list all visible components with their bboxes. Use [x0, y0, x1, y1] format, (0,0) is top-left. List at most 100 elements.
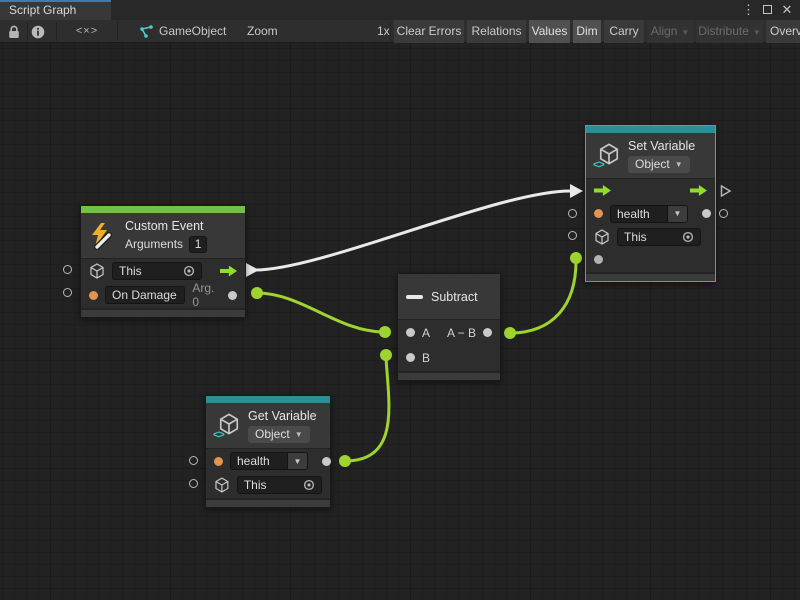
chevron-down-icon[interactable]: ▼ — [288, 452, 308, 470]
object-picker-icon[interactable] — [183, 265, 195, 277]
variable-name-dropdown[interactable]: health ▼ — [610, 205, 688, 223]
variable-colorbar — [206, 396, 330, 403]
set-variable-left-port-2[interactable] — [568, 231, 577, 240]
name-port[interactable] — [214, 457, 223, 466]
value-out-port[interactable] — [702, 209, 711, 218]
distribute-button[interactable]: Distribute▼ — [696, 20, 763, 43]
arguments-count-field[interactable]: 1 — [189, 236, 207, 253]
carry-button[interactable]: Carry — [604, 20, 644, 43]
tab-script-graph[interactable]: Script Graph — [0, 0, 111, 20]
values-button[interactable]: Values — [529, 20, 570, 43]
graph-pointer-icon — [138, 20, 154, 43]
event-name-port[interactable] — [89, 291, 98, 300]
variable-kind-dropdown[interactable]: Object▼ — [248, 426, 310, 443]
subtract-icon — [406, 295, 423, 299]
arg-0-out-port[interactable] — [228, 291, 237, 300]
node-title: Get Variable — [248, 409, 317, 423]
target-port-row: This — [81, 259, 245, 283]
value-wire-arg-to-a — [257, 293, 384, 332]
flow-in-port[interactable] — [594, 185, 611, 196]
node-footer — [81, 308, 245, 317]
variable-cube-icon: <> — [214, 413, 240, 439]
set-variable-left-port-1[interactable] — [568, 209, 577, 218]
script-graph-window: Script Graph ⋮ ✕ <×> GameObject Zoom 1x … — [0, 0, 800, 600]
object-picker-icon[interactable] — [303, 479, 315, 491]
arguments-label: Arguments — [125, 237, 183, 251]
this-target-field[interactable]: This — [237, 476, 322, 494]
target-port-row: This — [586, 225, 715, 248]
window-menu-icon[interactable]: ⋮ — [740, 0, 756, 20]
custom-event-left-port-2[interactable] — [63, 288, 72, 297]
node-get-variable[interactable]: <> Get Variable Object▼ health ▼ — [205, 395, 331, 508]
input-a-row: A A − B — [398, 320, 500, 345]
set-variable-header: <> Set Variable Object▼ — [586, 133, 715, 179]
flow-out-port[interactable] — [220, 266, 237, 277]
lock-icon[interactable] — [6, 20, 22, 43]
toolbar: <×> GameObject Zoom 1x Clear Errors Rela… — [0, 20, 800, 43]
node-custom-event[interactable]: Custom Event Arguments 1 This — [80, 205, 246, 318]
set-variable-flow-out-socket[interactable] — [719, 184, 732, 198]
chevron-down-icon: ▼ — [681, 28, 689, 37]
get-variable-header: <> Get Variable Object▼ — [206, 403, 330, 449]
result-out-port[interactable] — [483, 328, 492, 337]
gameobject-cube-icon — [214, 477, 230, 493]
window-close-icon[interactable]: ✕ — [778, 0, 796, 20]
node-footer — [586, 272, 715, 281]
code-view-icon[interactable]: <×> — [70, 20, 104, 43]
get-variable-left-port-2[interactable] — [189, 479, 198, 488]
value-wire-get-to-b — [345, 358, 389, 461]
get-variable-left-port-1[interactable] — [189, 456, 198, 465]
flow-row — [586, 179, 715, 202]
name-port[interactable] — [594, 209, 603, 218]
variable-cube-icon: <> — [594, 143, 620, 169]
node-title: Custom Event — [125, 219, 207, 233]
window-maximize-icon[interactable] — [758, 0, 776, 20]
custom-event-icon — [89, 222, 117, 250]
overview-button[interactable]: Overview — [766, 20, 800, 43]
event-name-field[interactable]: On Damage — [105, 286, 185, 304]
variable-name-dropdown[interactable]: health ▼ — [230, 452, 308, 470]
node-footer — [206, 498, 330, 507]
custom-event-left-port-1[interactable] — [63, 265, 72, 274]
subtract-header: Subtract — [398, 274, 500, 320]
graph-canvas[interactable]: Custom Event Arguments 1 This — [0, 43, 800, 600]
dim-button[interactable]: Dim — [573, 20, 601, 43]
value-wire-sub-to-set — [510, 261, 576, 333]
a-label: A — [422, 326, 430, 340]
chevron-down-icon: ▼ — [753, 28, 761, 37]
node-subtract[interactable]: Subtract A A − B B — [397, 273, 501, 381]
this-target-field[interactable]: This — [112, 262, 202, 280]
set-variable-right-port[interactable] — [719, 209, 728, 218]
a-in-port[interactable] — [406, 328, 415, 337]
custom-event-header: Custom Event Arguments 1 — [81, 213, 245, 259]
flow-out-port[interactable] — [690, 185, 707, 196]
b-label: B — [422, 351, 430, 365]
arg-0-label: Arg. 0 — [192, 281, 221, 309]
gameobject-cube-icon — [89, 263, 105, 279]
input-b-row: B — [398, 345, 500, 370]
flow-wire-end-arrow — [570, 184, 583, 198]
tab-title: Script Graph — [9, 3, 76, 17]
b-in-port[interactable] — [406, 353, 415, 362]
relations-button[interactable]: Relations — [467, 20, 526, 43]
value-in-port[interactable] — [594, 255, 603, 264]
info-icon[interactable] — [30, 20, 46, 43]
flow-wire-start-arrow — [246, 263, 259, 277]
tab-bar: Script Graph ⋮ ✕ — [0, 0, 800, 20]
value-out-port[interactable] — [322, 457, 331, 466]
object-picker-icon[interactable] — [682, 231, 694, 243]
variable-kind-dropdown[interactable]: Object▼ — [628, 156, 690, 173]
variable-name-row: health ▼ — [586, 202, 715, 225]
event-name-row: On Damage Arg. 0 — [81, 283, 245, 307]
gameobject-cube-icon — [594, 229, 610, 245]
graph-target-label: GameObject — [159, 20, 226, 43]
chevron-down-icon[interactable]: ▼ — [668, 205, 688, 223]
this-target-field[interactable]: This — [617, 228, 701, 246]
flow-wire — [255, 191, 570, 270]
zoom-label: Zoom — [247, 20, 278, 43]
align-button[interactable]: Align▼ — [647, 20, 693, 43]
a-minus-b-label: A − B — [447, 326, 476, 340]
clear-errors-button[interactable]: Clear Errors — [394, 20, 464, 43]
value-in-row — [586, 248, 715, 271]
node-set-variable[interactable]: <> Set Variable Object▼ health ▼ — [585, 125, 716, 282]
